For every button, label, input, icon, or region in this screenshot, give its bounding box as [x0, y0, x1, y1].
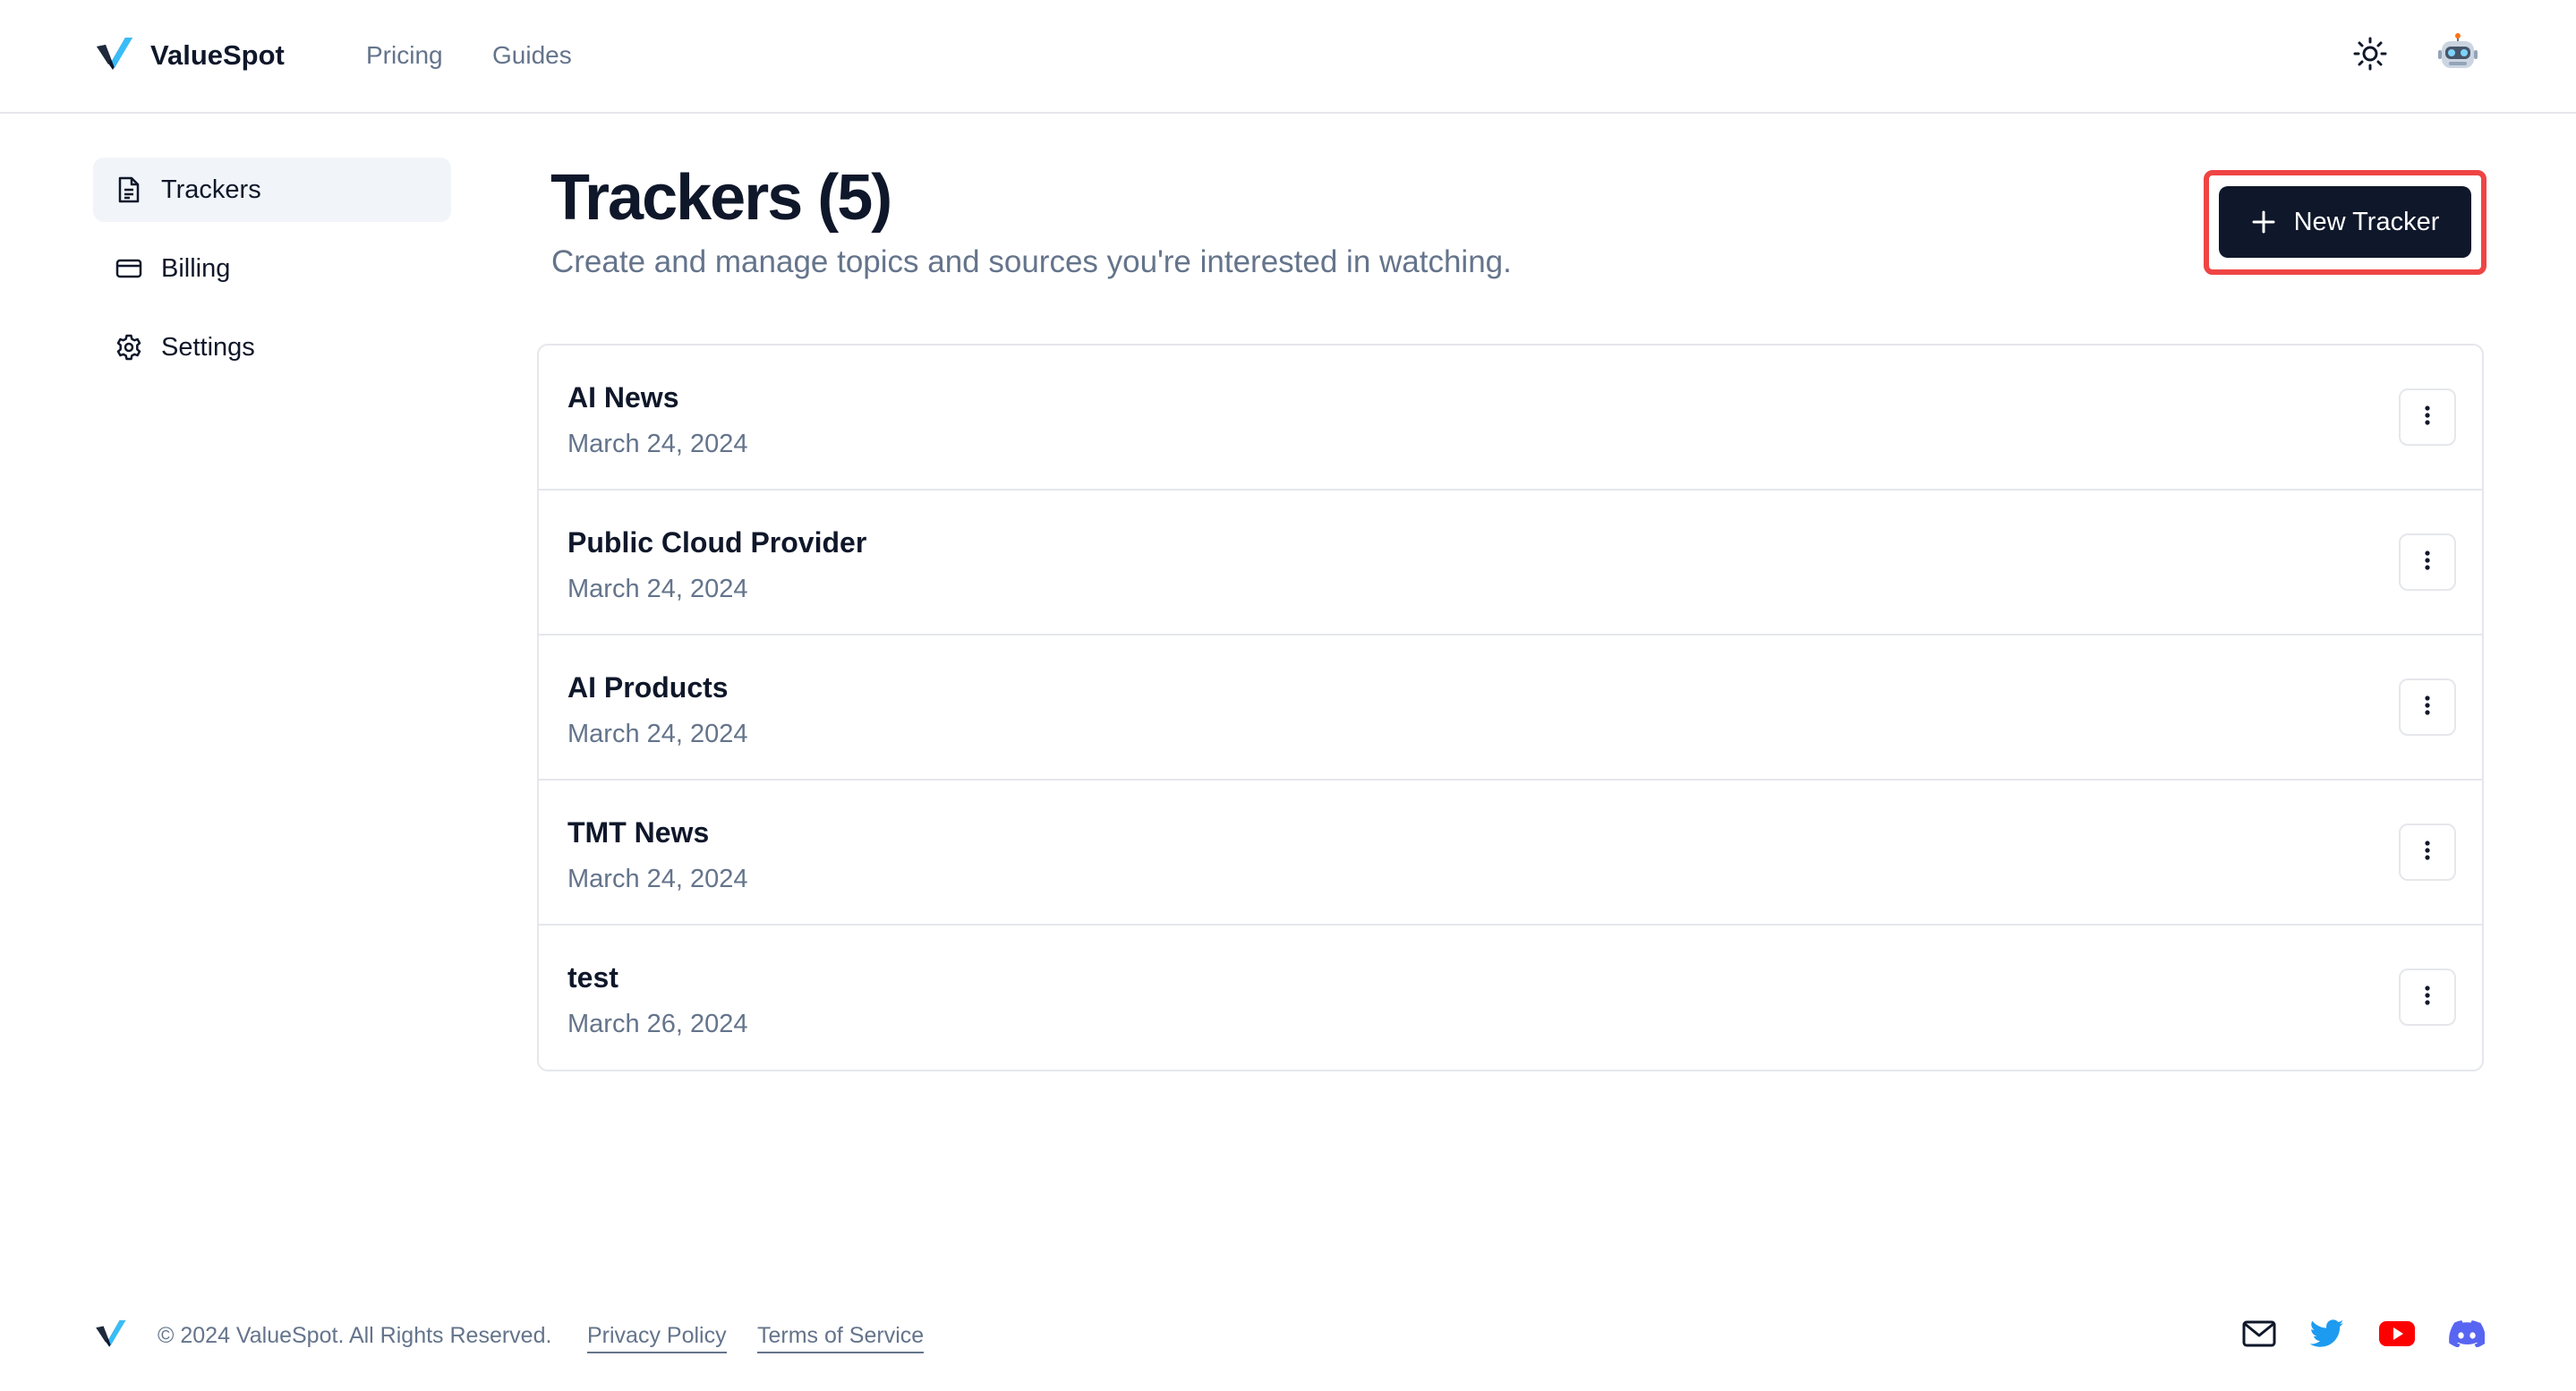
tracker-name[interactable]: Public Cloud Provider [567, 523, 866, 562]
document-icon [115, 175, 143, 204]
page-subtitle: Create and manage topics and sources you… [551, 244, 1512, 279]
valuespot-logo-icon[interactable] [93, 32, 134, 73]
tracker-menu-button[interactable] [2399, 388, 2456, 446]
tracker-row[interactable]: AI News March 24, 2024 [539, 346, 2482, 491]
terms-of-service-link[interactable]: Terms of Service [757, 1319, 925, 1353]
new-tracker-button[interactable]: New Tracker [2219, 186, 2471, 258]
discord-link[interactable] [2447, 1316, 2486, 1355]
user-avatar[interactable] [2433, 29, 2483, 79]
tracker-date: March 24, 2024 [567, 575, 748, 603]
sidebar-nav: Trackers Billing Settings [93, 158, 451, 394]
tracker-menu-button[interactable] [2399, 824, 2456, 881]
new-tracker-label: New Tracker [2293, 207, 2440, 236]
tracker-name[interactable]: AI Products [567, 668, 729, 707]
copyright-text: © 2024 ValueSpot. All Rights Reserved. [158, 1323, 552, 1348]
more-vertical-icon [2424, 695, 2431, 721]
youtube-icon [2379, 1320, 2415, 1352]
tracker-menu-button[interactable] [2399, 533, 2456, 591]
privacy-policy-link[interactable]: Privacy Policy [587, 1319, 727, 1353]
page-title: Trackers (5) [550, 162, 892, 234]
tracker-list: AI News March 24, 2024 Public Cloud Prov… [537, 344, 2484, 1071]
tracker-name[interactable]: TMT News [567, 813, 709, 852]
sidebar-item-label: Billing [161, 253, 231, 283]
tracker-name[interactable]: AI News [567, 378, 678, 417]
more-vertical-icon [2424, 405, 2431, 431]
tracker-date: March 24, 2024 [567, 865, 748, 893]
sidebar-item-trackers[interactable]: Trackers [93, 158, 451, 222]
sidebar-item-settings[interactable]: Settings [93, 315, 451, 380]
tracker-row[interactable]: Public Cloud Provider March 24, 2024 [539, 491, 2482, 636]
nav-guides-link[interactable]: Guides [492, 36, 572, 75]
sidebar-item-billing[interactable]: Billing [93, 236, 451, 301]
tracker-name[interactable]: test [567, 958, 618, 997]
tracker-date: March 24, 2024 [567, 430, 748, 458]
tracker-row[interactable]: test March 26, 2024 [539, 926, 2482, 1070]
plus-icon [2251, 209, 2276, 235]
more-vertical-icon [2424, 840, 2431, 866]
more-vertical-icon [2424, 985, 2431, 1011]
discord-icon [2449, 1319, 2486, 1352]
gear-icon [115, 333, 143, 362]
nav-pricing-link[interactable]: Pricing [366, 36, 443, 75]
sidebar-item-label: Settings [161, 332, 255, 362]
tracker-row[interactable]: TMT News March 24, 2024 [539, 781, 2482, 926]
twitter-icon [2309, 1318, 2344, 1353]
mail-icon [2242, 1320, 2276, 1352]
credit-card-icon [115, 254, 143, 283]
sidebar-item-label: Trackers [161, 175, 261, 204]
footer-logo-icon[interactable] [93, 1316, 127, 1350]
sun-icon [2352, 36, 2388, 76]
top-header: ValueSpot Pricing Guides [0, 0, 2576, 114]
email-link[interactable] [2239, 1316, 2279, 1355]
youtube-link[interactable] [2377, 1316, 2417, 1355]
theme-toggle-button[interactable] [2345, 32, 2395, 79]
tracker-menu-button[interactable] [2399, 678, 2456, 736]
tracker-date: March 24, 2024 [567, 720, 748, 748]
tracker-menu-button[interactable] [2399, 969, 2456, 1026]
brand-name[interactable]: ValueSpot [150, 36, 285, 75]
tracker-row[interactable]: AI Products March 24, 2024 [539, 636, 2482, 781]
more-vertical-icon [2424, 550, 2431, 576]
tracker-date: March 26, 2024 [567, 1010, 748, 1038]
twitter-link[interactable] [2307, 1316, 2347, 1355]
robot-icon [2438, 33, 2478, 68]
